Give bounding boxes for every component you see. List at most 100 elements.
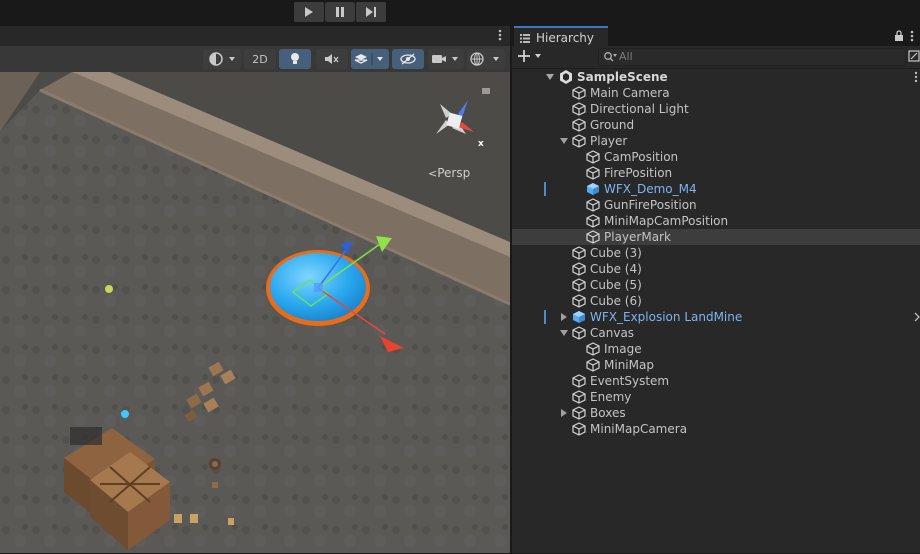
gameobject-cube-icon <box>572 374 586 388</box>
hierarchy-tab-bar: Hierarchy <box>512 26 920 48</box>
camera-dropdown[interactable] <box>428 49 464 69</box>
search-icon <box>604 52 617 62</box>
hierarchy-item[interactable]: Image <box>512 341 920 357</box>
prefab-override-marker <box>544 182 546 196</box>
hierarchy-item[interactable]: Directional Light <box>512 101 920 117</box>
expand-arrow-icon[interactable] <box>560 329 568 337</box>
gizmo-x-label: x <box>478 139 484 149</box>
gameobject-cube-icon <box>586 230 600 244</box>
gameobject-cube-icon <box>572 102 586 116</box>
gameobject-cube-icon <box>572 422 586 436</box>
expand-arrow-icon[interactable] <box>560 137 568 145</box>
hierarchy-item[interactable]: Canvas <box>512 325 920 341</box>
hierarchy-item[interactable]: CamPosition <box>512 149 920 165</box>
lighting-icon <box>291 53 299 64</box>
play-button[interactable] <box>294 2 324 22</box>
prefab-cube-icon <box>587 183 599 195</box>
hierarchy-item-label: Image <box>604 342 642 356</box>
hierarchy-item-label: Cube (5) <box>590 278 642 292</box>
hierarchy-item-label: Cube (3) <box>590 246 642 260</box>
scene-more-icon[interactable] <box>914 71 918 83</box>
hierarchy-item-label: Canvas <box>590 326 635 340</box>
lighting-toggle[interactable] <box>279 49 311 69</box>
hierarchy-item[interactable]: Boxes <box>512 405 920 421</box>
projection-label: Persp <box>437 166 471 180</box>
hierarchy-item[interactable]: MiniMapCamera <box>512 421 920 437</box>
play-toolbar <box>0 0 920 26</box>
projection-icon: < <box>428 167 438 180</box>
hierarchy-item-label: WFX_Explosion LandMine <box>590 310 743 324</box>
hierarchy-item[interactable]: EventSystem <box>512 373 920 389</box>
scene-root-row[interactable]: SampleScene <box>512 69 920 85</box>
gameobject-cube-icon <box>586 358 600 372</box>
draw-mode-dropdown[interactable] <box>203 49 241 69</box>
scene-view: 2D x <Persp <box>0 26 510 553</box>
plus-icon <box>518 50 541 62</box>
hierarchy-item-label: FirePosition <box>604 166 673 180</box>
play-icon <box>305 7 313 17</box>
prefab-open-chevron-icon[interactable] <box>914 312 920 322</box>
projection-toggle[interactable]: <Persp <box>428 166 470 180</box>
hierarchy-item[interactable]: Cube (3) <box>512 245 920 261</box>
prefab-cube-icon <box>573 311 585 323</box>
gameobject-cube-icon <box>586 214 600 228</box>
create-dropdown[interactable] <box>518 49 546 65</box>
hierarchy-item[interactable]: Player <box>512 133 920 149</box>
hierarchy-item-label: Player <box>590 134 628 148</box>
hierarchy-item[interactable]: PlayerMark <box>512 229 920 245</box>
gameobject-cube-icon <box>586 166 600 180</box>
scene-viewport[interactable]: x <Persp <box>0 72 510 553</box>
hierarchy-item-label: MiniMap <box>604 358 654 372</box>
hierarchy-item[interactable]: Cube (4) <box>512 261 920 277</box>
hidden-objects-toggle[interactable] <box>392 49 424 69</box>
hierarchy-item[interactable]: Enemy <box>512 389 920 405</box>
gameobject-cube-icon <box>586 342 600 356</box>
collapse-arrow-icon[interactable] <box>560 313 568 321</box>
hierarchy-item[interactable]: Ground <box>512 117 920 133</box>
hierarchy-item-label: Cube (4) <box>590 262 642 276</box>
hierarchy-item[interactable]: FirePosition <box>512 165 920 181</box>
hierarchy-panel: Hierarchy All SampleScene Main Camera Dir… <box>512 26 920 553</box>
tab-hierarchy[interactable]: Hierarchy <box>514 26 608 48</box>
hierarchy-item[interactable]: WFX_Demo_M4 <box>512 181 920 197</box>
gizmos-dropdown[interactable] <box>467 49 505 69</box>
camera-icon <box>432 55 458 63</box>
hierarchy-item-label: Main Camera <box>590 86 670 100</box>
scene-render: x <box>0 72 510 553</box>
hierarchy-item-label: Cube (6) <box>590 294 642 308</box>
scene-toolbar: 2D <box>0 46 510 73</box>
hierarchy-search-input[interactable]: All <box>598 48 906 66</box>
hierarchy-item[interactable]: MiniMapCamPosition <box>512 213 920 229</box>
effects-dropdown[interactable] <box>351 49 389 69</box>
audio-toggle[interactable] <box>316 49 348 69</box>
hierarchy-toolbar: All <box>512 46 920 70</box>
gameobject-cube-icon <box>572 406 586 420</box>
audio-icon <box>325 54 339 64</box>
hierarchy-item[interactable]: Cube (5) <box>512 277 920 293</box>
lock-icon[interactable] <box>894 30 904 42</box>
hierarchy-item[interactable]: GunFirePosition <box>512 197 920 213</box>
unity-scene-icon <box>560 70 572 84</box>
hierarchy-item[interactable]: Cube (6) <box>512 293 920 309</box>
scene-visibility-icon[interactable] <box>908 50 920 62</box>
collapse-arrow-icon[interactable] <box>560 409 568 417</box>
hierarchy-item[interactable]: MiniMap <box>512 357 920 373</box>
scene-more-icon[interactable] <box>498 29 502 41</box>
pause-button[interactable] <box>325 2 355 22</box>
hierarchy-list-icon <box>520 33 530 43</box>
2d-toggle-button[interactable]: 2D <box>244 49 276 69</box>
hierarchy-tree: SampleScene Main Camera Directional Light… <box>512 68 920 554</box>
hierarchy-item-label: WFX_Demo_M4 <box>604 182 697 196</box>
gameobject-cube-icon <box>572 326 586 340</box>
hierarchy-item[interactable]: Main Camera <box>512 85 920 101</box>
hierarchy-item-label: MiniMapCamera <box>590 422 688 436</box>
hierarchy-item[interactable]: WFX_Explosion LandMine <box>512 309 920 325</box>
gameobject-cube-icon <box>572 134 586 148</box>
hierarchy-item-label: PlayerMark <box>604 230 671 244</box>
step-button[interactable] <box>356 2 386 22</box>
gameobject-cube-icon <box>586 198 600 212</box>
hierarchy-item-label: EventSystem <box>590 374 670 388</box>
hierarchy-more-icon[interactable] <box>910 30 914 42</box>
expand-arrow-icon[interactable] <box>546 73 554 81</box>
gameobject-cube-icon <box>572 262 586 276</box>
